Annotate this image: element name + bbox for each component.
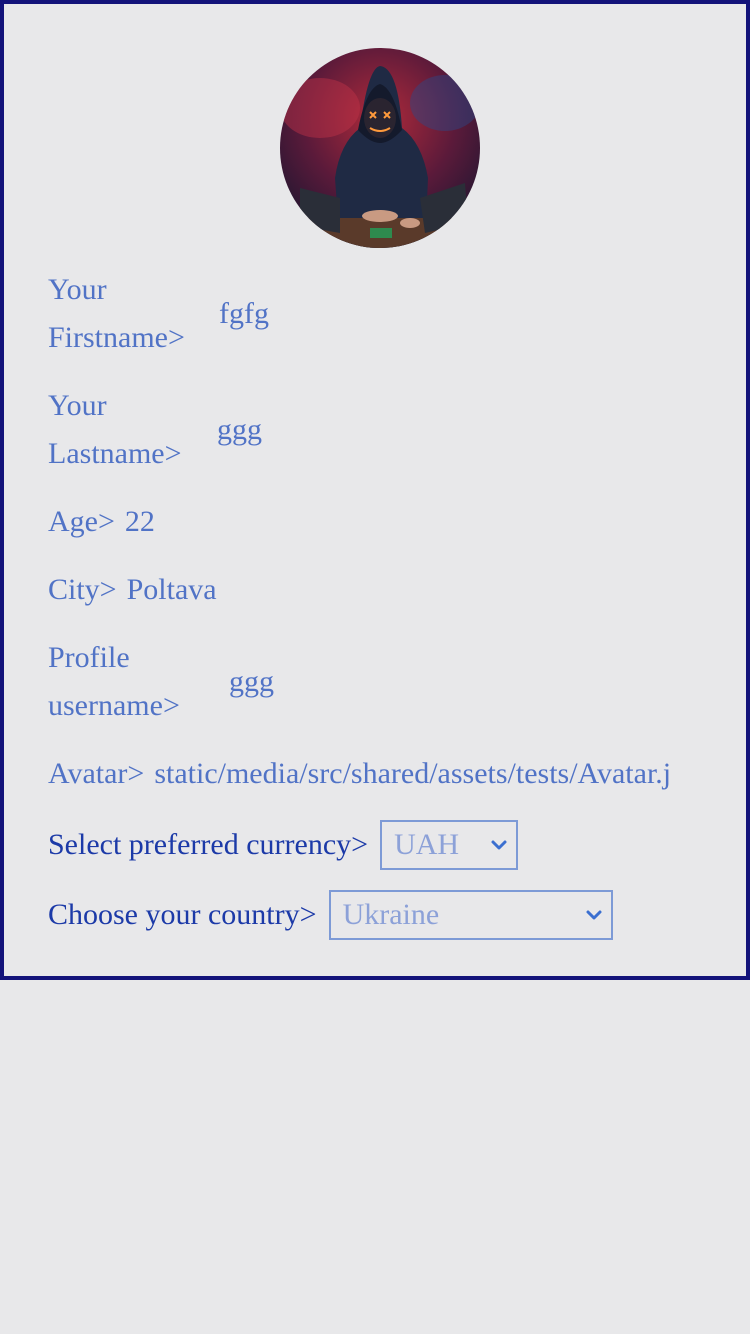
avatar-label: Avatar> xyxy=(48,757,145,790)
age-value: 22 xyxy=(124,505,155,538)
username-row: Profile username> ggg xyxy=(48,634,274,730)
lastname-row: Your Lastname> ggg xyxy=(48,382,262,478)
avatar-path-row: Avatar> static/media/src/shared/assets/t… xyxy=(48,750,671,798)
country-selected-value: Ukraine xyxy=(342,898,440,931)
currency-label: Select preferred currency> xyxy=(48,828,369,861)
age-row: Age> 22 xyxy=(48,498,155,546)
avatar-image xyxy=(280,48,480,248)
chevron-down-icon xyxy=(491,840,507,850)
country-label: Choose your country> xyxy=(48,898,317,931)
firstname-value: fgfg xyxy=(219,297,269,330)
lastname-value: ggg xyxy=(217,413,262,446)
avatar-path-value: static/media/src/shared/assets/tests/Ava… xyxy=(154,757,672,790)
username-value: ggg xyxy=(229,665,274,698)
age-label: Age> xyxy=(48,505,115,538)
lastname-label: Your Lastname> xyxy=(48,389,182,470)
country-row: Choose your country> Ukraine xyxy=(48,890,613,940)
hooded-hacker-avatar-icon xyxy=(280,48,480,248)
chevron-down-icon xyxy=(586,910,602,920)
firstname-row: Your Firstname> fgfg xyxy=(48,266,269,362)
firstname-label: Your Firstname> xyxy=(48,273,185,354)
country-select[interactable]: Ukraine xyxy=(328,890,613,940)
username-label: Profile username> xyxy=(48,641,180,722)
currency-select[interactable]: UAH xyxy=(380,820,519,870)
currency-selected-value: UAH xyxy=(394,828,460,861)
city-label: City> xyxy=(48,573,117,606)
profile-card: Your Firstname> fgfg Your Lastname> ggg … xyxy=(0,0,750,980)
currency-row: Select preferred currency> UAH xyxy=(48,820,519,870)
city-row: City> Poltava xyxy=(48,566,217,614)
city-value: Poltava xyxy=(126,573,217,606)
